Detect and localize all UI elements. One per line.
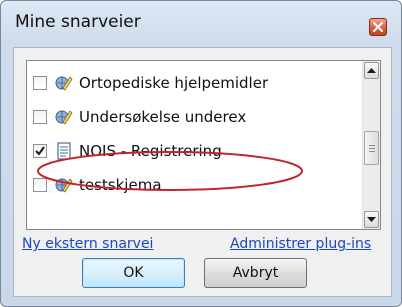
dialog-title: Mine snarveier xyxy=(15,12,141,32)
item-label: Undersøkelse underex xyxy=(79,108,247,126)
dialog-body: Ortopediske hjelpemidler Undersøkelse un… xyxy=(13,47,392,297)
web-form-icon xyxy=(55,74,73,92)
close-button[interactable] xyxy=(369,18,387,36)
web-form-icon xyxy=(55,108,73,126)
vertical-scrollbar[interactable] xyxy=(362,61,380,229)
scroll-up-button[interactable] xyxy=(364,62,379,79)
cancel-button[interactable]: Avbryt xyxy=(204,258,307,288)
item-label: Ortopediske hjelpemidler xyxy=(79,74,269,92)
item-checkbox[interactable] xyxy=(33,76,47,90)
item-checkbox[interactable] xyxy=(33,110,47,124)
new-external-shortcut-link[interactable]: Ny ekstern snarvei xyxy=(22,236,153,252)
title-bar[interactable]: Mine snarveier xyxy=(1,1,401,45)
close-icon xyxy=(373,22,383,32)
ok-button[interactable]: OK xyxy=(82,258,185,288)
dialog-window: Mine snarveier Ortopediske hjelpemidler xyxy=(0,0,402,307)
arrow-up-icon xyxy=(367,68,376,73)
arrow-down-icon xyxy=(367,217,376,222)
shortcut-list[interactable]: Ortopediske hjelpemidler Undersøkelse un… xyxy=(26,60,381,230)
list-item[interactable]: Ortopediske hjelpemidler xyxy=(33,69,268,97)
scroll-down-button[interactable] xyxy=(364,211,379,228)
list-item[interactable]: Undersøkelse underex xyxy=(33,103,246,131)
scroll-thumb[interactable] xyxy=(364,131,379,165)
highlight-ellipse xyxy=(37,151,303,191)
manage-plugins-link[interactable]: Administrer plug-ins xyxy=(230,236,371,252)
